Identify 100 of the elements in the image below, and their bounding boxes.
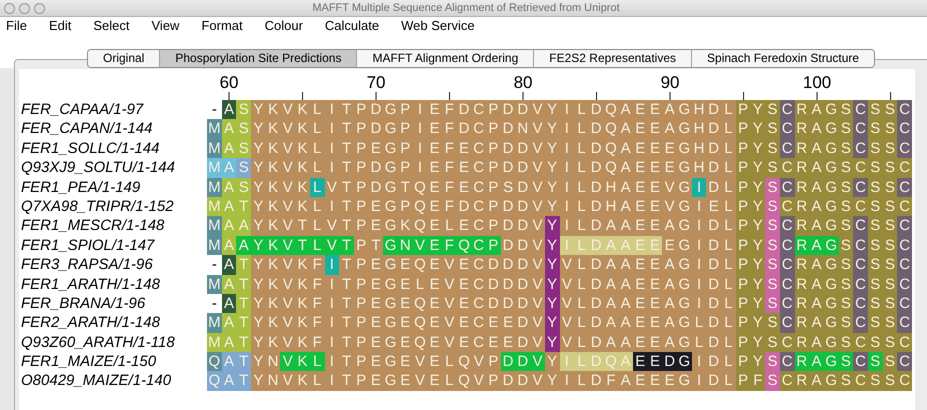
sequence-name[interactable]: FER1_MAIZE/1-150 [19, 352, 207, 372]
residue-block: A [222, 100, 236, 120]
residue-block: P Y [736, 178, 766, 197]
residue-block: S [765, 196, 780, 216]
residue-block: Y K V T L V T P E G K Q E L E C P D D V [251, 216, 545, 236]
residue-block: P Y [736, 236, 766, 256]
residue-block: Y [544, 352, 560, 372]
residue-block: A T [222, 352, 252, 372]
sequence-name[interactable]: Q7XA98_TRIPR/1-152 [19, 196, 207, 216]
residue-block: P Y S C R A G S C S S C [736, 332, 912, 352]
sequence-name[interactable]: Q93XJ9_SOLTU/1-144 [19, 158, 207, 178]
residue-block: A S [222, 138, 252, 158]
tab[interactable]: Spinach Feredoxin Structure [691, 50, 874, 67]
ruler-label: 70 [366, 74, 386, 92]
residue-block: C [897, 138, 912, 158]
menu-item[interactable]: View [152, 16, 180, 36]
residue-block: R A G S [794, 274, 854, 294]
residue-block: C [897, 294, 912, 314]
menu-item[interactable]: Format [201, 16, 243, 36]
residue-block: V T P D G T Q E F E C P S D V Y I L D H A E E V G [324, 178, 692, 197]
menu-item[interactable]: Select [93, 16, 130, 36]
residue-block: P Y [736, 274, 766, 294]
residue-block: T [236, 255, 252, 275]
residue-block: C [897, 178, 912, 197]
residue-block: Y N V K L I T P E G E V E L Q V P D D V Y I L D F A E E E G I D L [251, 371, 736, 391]
sequence-name[interactable]: FER_CAPAN/1-144 [19, 119, 207, 139]
sequence-name[interactable]: FER_CAPAA/1-97 [19, 100, 207, 120]
sequence-name[interactable]: FER2_ARATH/1-148 [19, 313, 207, 333]
residue-block: C [780, 352, 794, 372]
residue-block: M [207, 178, 222, 197]
residue-block: P Y S [736, 119, 780, 139]
residue-block: Y K V K F I T P E G E L E V E C D D D V [251, 274, 545, 294]
sequence-name[interactable]: FER1_SPIOL/1-147 [19, 236, 207, 256]
residue-block: R A G S [794, 313, 854, 333]
residue-block: V L D A A E E A G I D L [560, 274, 736, 294]
residue-block: S [765, 255, 780, 275]
residue-block: C [897, 100, 912, 120]
zoom-icon[interactable] [34, 2, 45, 14]
residue-block: C [853, 100, 868, 120]
residue-block: C [853, 294, 868, 314]
residue-block: E E D G [632, 352, 692, 372]
residue-block: Y [544, 313, 560, 333]
sequence-name[interactable]: FER1_ARATH/1-148 [19, 274, 207, 294]
residue-block: A Y K V T L V T [236, 236, 354, 256]
residue-block: R A G [794, 236, 839, 256]
residue-block: S [765, 178, 780, 197]
residue-block: S [868, 352, 883, 372]
menu-item[interactable]: Calculate [324, 16, 380, 36]
residue-block: Y K V K L I T P E G P Q E F D C P D D V Y I L D H A E E V G I E L [251, 196, 736, 216]
residue-block: R A G S [794, 216, 854, 236]
residue-block: R A G S [794, 352, 854, 372]
residue-block: D D V [500, 236, 545, 256]
residue-block: Y K V K F I T P E G E Q E V E C E E D V [251, 332, 545, 352]
sequence-name[interactable]: FER_BRANA/1-96 [19, 294, 207, 314]
menu-item[interactable]: Edit [48, 16, 72, 36]
ruler-label: 80 [514, 74, 532, 92]
minimize-icon[interactable] [19, 2, 30, 14]
residue-block: M [207, 138, 222, 158]
residue-block: P Y S [736, 313, 780, 333]
residue-block: V K L [280, 352, 324, 372]
residue-block: I L D Q A [560, 352, 633, 372]
menu-item[interactable]: Web Service [401, 16, 475, 36]
sequence-name[interactable]: FER1_MESCR/1-148 [19, 216, 207, 236]
residue-block: V L D A A E E A G I D L [560, 294, 736, 314]
ruler-label: 100 [802, 74, 832, 92]
residue-block: R A G S [794, 138, 854, 158]
residue-block: P Y S [736, 100, 780, 120]
residue-block: S [765, 274, 780, 294]
residue-block: I L D A A E E A G I D L [560, 216, 736, 236]
residue-block: C [897, 119, 912, 139]
residue-block: C [853, 119, 868, 139]
residue-block: A S [222, 119, 252, 139]
residue-block: P F [736, 371, 766, 391]
residue-block: Y N [251, 352, 280, 372]
window-title: MAFFT Multiple Sequence Alignment of Retrieved from Uniprot [311, 0, 621, 16]
residue-block: P Y S C R A G S C S S C [736, 158, 912, 178]
residue-block: C [897, 216, 912, 236]
menu-item[interactable]: File [6, 16, 27, 36]
residue-block: C [853, 216, 868, 236]
residue-block: M [207, 236, 222, 256]
residue-block: M A [207, 158, 236, 178]
menu-item[interactable]: Colour [264, 16, 303, 36]
residue-block: S S [868, 178, 898, 197]
residue-block: Y K V K F I T P E G E Q E V E C D D D V [251, 294, 545, 314]
residue-block: C [780, 216, 794, 236]
residue-block: Y K V K L I T P D G P I E F D C P D N V Y I L D Q A E E A G H D L [251, 119, 736, 139]
residue-block: R A G S [794, 119, 854, 139]
tab[interactable]: Phosporylation Site Predictions [159, 50, 356, 67]
residue-block: S S [868, 236, 898, 256]
sequence-name[interactable]: FER1_PEA/1-149 [19, 178, 207, 197]
sequence-name[interactable]: FER1_SOLLC/1-144 [19, 138, 207, 158]
close-icon[interactable] [4, 2, 15, 14]
sequence-name[interactable]: FER3_RAPSA/1-96 [19, 255, 207, 275]
sequence-name[interactable]: Q93Z60_ARATH/1-118 [19, 332, 207, 352]
sequence-name[interactable]: O80429_MAIZE/1-140 [19, 371, 207, 391]
residue-block: S S [868, 313, 898, 333]
residue-block: A A [222, 216, 252, 236]
residue-block: M [207, 119, 222, 139]
residue-block: C [780, 100, 794, 120]
residue-block: C [897, 236, 912, 256]
